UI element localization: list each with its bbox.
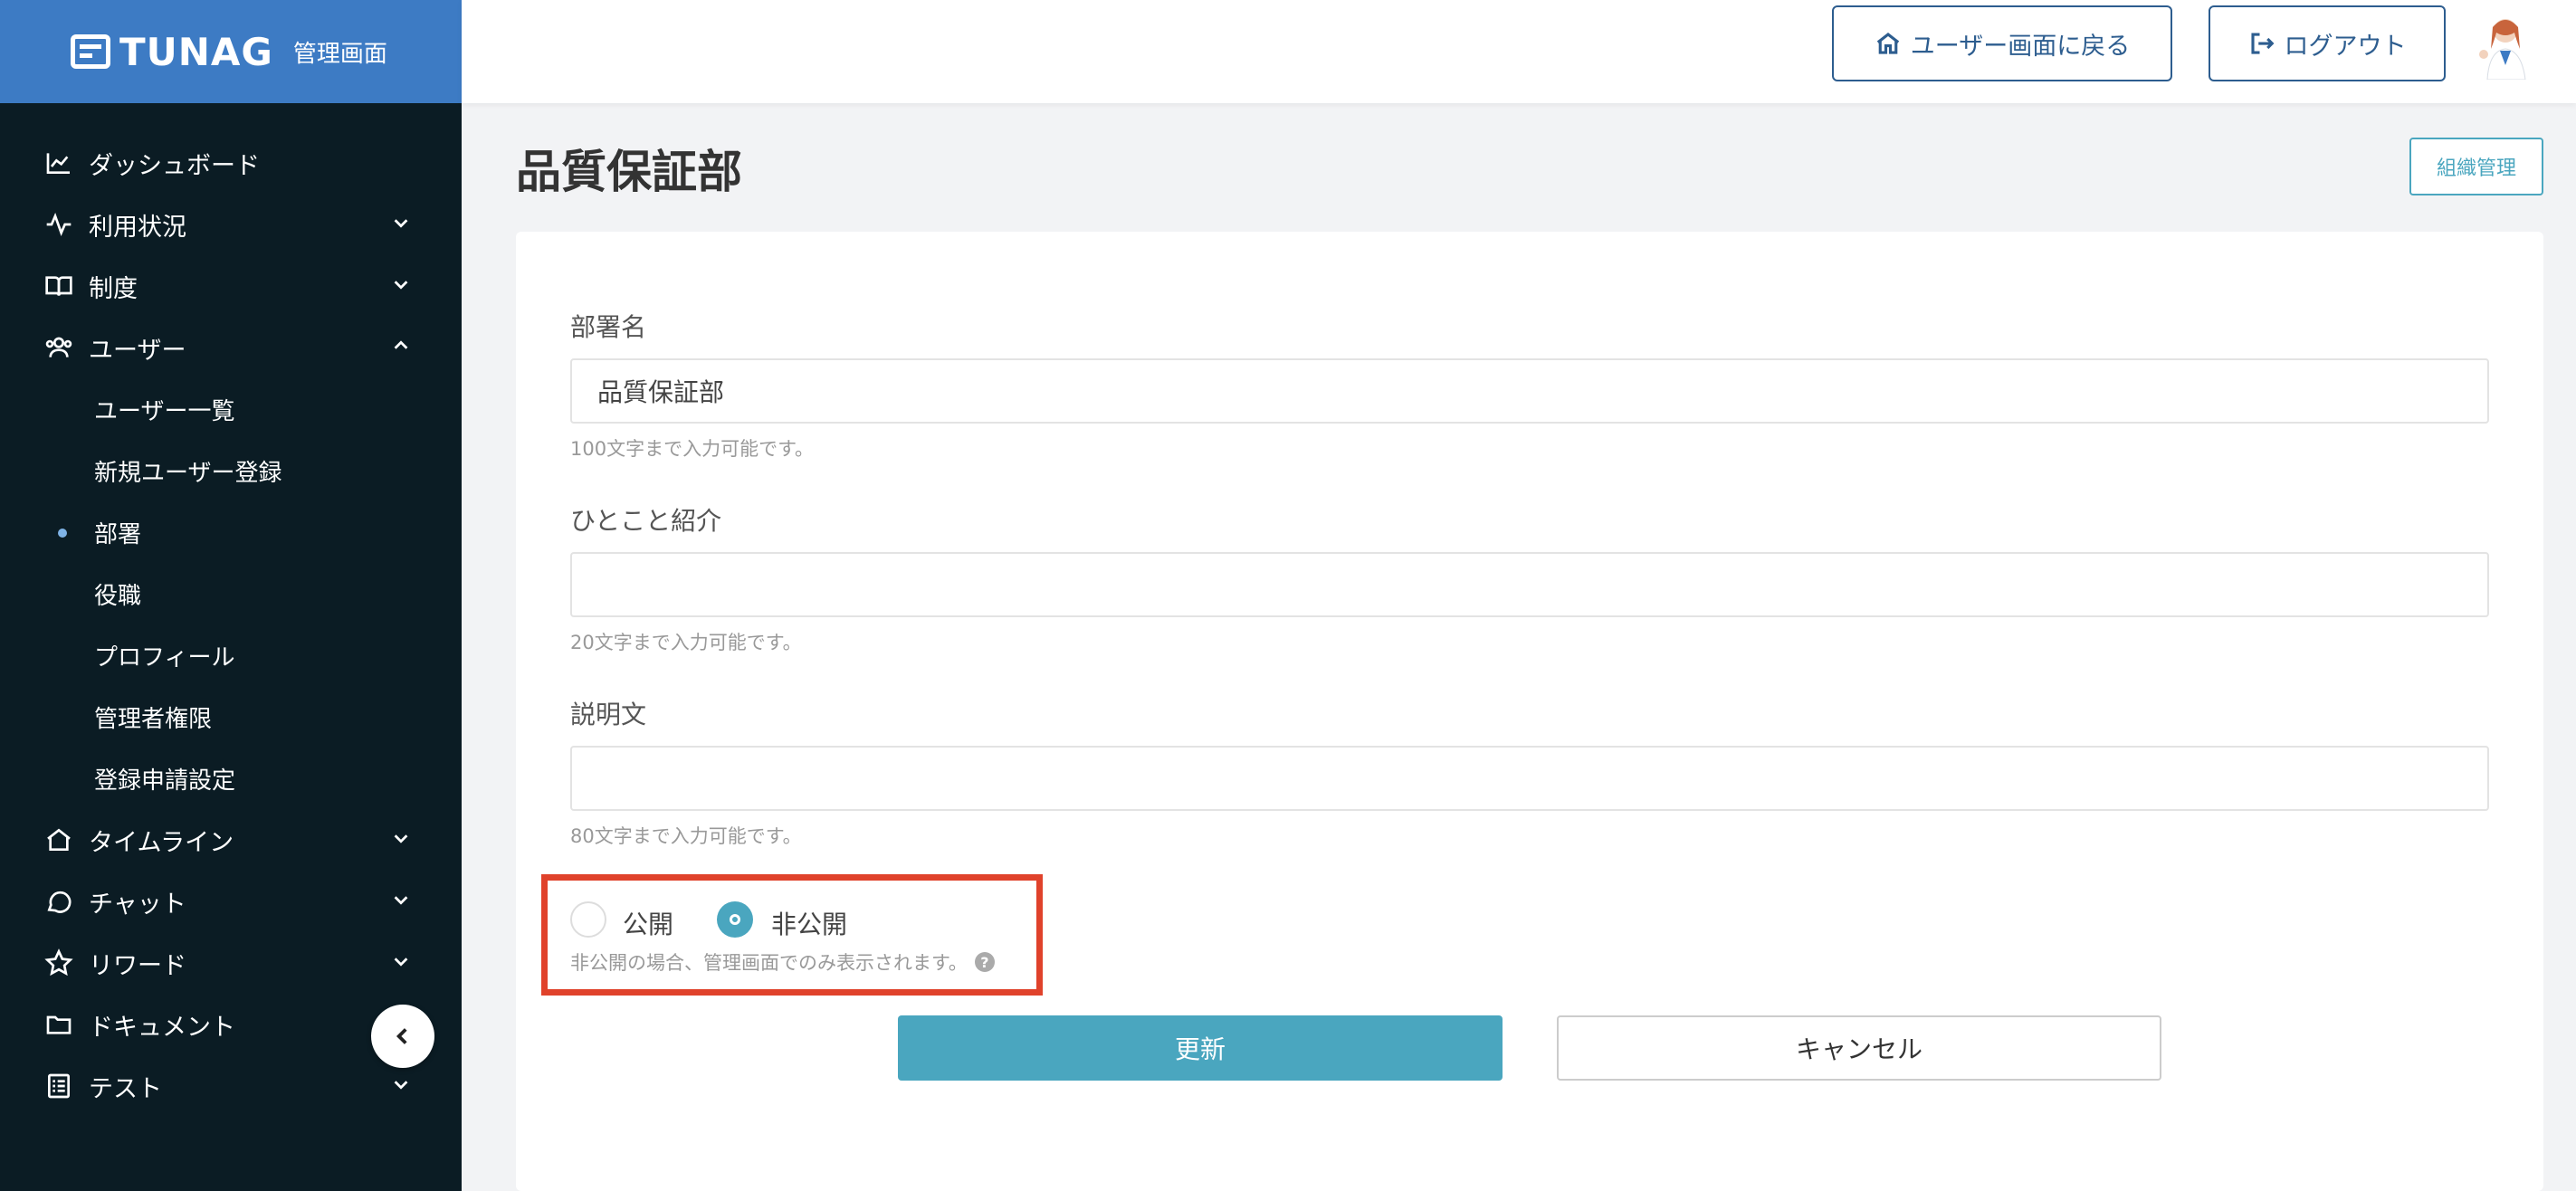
sidebar-item-label: リワード — [89, 951, 186, 980]
chevron-up-icon — [391, 334, 411, 362]
logout-button[interactable]: ログアウト — [2209, 5, 2446, 81]
star-icon — [43, 948, 74, 978]
sidebar-item-usage[interactable]: 利用状況 — [0, 194, 462, 255]
brand-subtitle: 管理画面 — [292, 40, 387, 68]
public-radio-label[interactable]: 公開 — [623, 905, 673, 941]
chevron-down-icon — [391, 826, 411, 854]
update-button[interactable]: 更新 — [898, 1015, 1503, 1081]
description-input[interactable] — [570, 746, 2489, 811]
intro-input[interactable] — [570, 552, 2489, 617]
back-to-user-screen-button[interactable]: ユーザー画面に戻る — [1832, 5, 2172, 81]
sidebar-item-timeline[interactable]: タイムライン — [0, 809, 462, 871]
avatar[interactable] — [2471, 13, 2534, 80]
sidebar-subitem-registration-settings[interactable]: 登録申請設定 — [0, 748, 462, 809]
department-name-label: 部署名 — [570, 312, 647, 342]
top-bar: ユーザー画面に戻る ログアウト — [462, 0, 2576, 103]
sidebar-subitem-new-user[interactable]: 新規ユーザー登録 — [0, 440, 462, 501]
visibility-help-text: 非公開の場合、管理画面でのみ表示されます。 — [570, 952, 968, 974]
sidebar-item-users[interactable]: ユーザー — [0, 317, 462, 378]
logout-label: ログアウト — [2284, 32, 2407, 60]
sidebar-item-label: テスト — [89, 1074, 162, 1103]
visibility-help: 非公開の場合、管理画面でのみ表示されます。 ? — [570, 948, 995, 976]
chevron-down-icon — [391, 949, 411, 977]
department-name-input[interactable] — [570, 358, 2489, 424]
question-icon[interactable]: ? — [974, 952, 995, 972]
brand-header[interactable]: TUNAG 管理画面 — [0, 0, 462, 103]
folder-icon — [43, 1009, 74, 1040]
private-radio-label[interactable]: 非公開 — [771, 905, 847, 941]
sidebar-item-label: 利用状況 — [89, 213, 186, 242]
sidebar-subitem-position[interactable]: 役職 — [0, 563, 462, 624]
intro-help: 20文字まで入力可能です。 — [570, 632, 802, 653]
sidebar-item-label: チャット — [89, 890, 186, 919]
sidebar-subitem-profile[interactable]: プロフィール — [0, 624, 462, 686]
sidebar-subitem-admin-permission[interactable]: 管理者権限 — [0, 686, 462, 748]
chevron-down-icon — [391, 888, 411, 916]
book-icon — [43, 271, 74, 301]
chat-icon — [43, 886, 74, 917]
sidebar-item-label: ダッシュボード — [89, 151, 260, 180]
activity-icon — [43, 209, 74, 240]
sidebar-item-label: ドキュメント — [89, 1013, 235, 1042]
home-icon — [43, 824, 74, 855]
sidebar-item-label: 制度 — [89, 274, 138, 303]
checklist-icon — [43, 1071, 74, 1101]
back-to-user-screen-label: ユーザー画面に戻る — [1910, 32, 2131, 60]
tunag-logo-icon — [71, 34, 110, 69]
chevron-down-icon — [391, 272, 411, 300]
department-edit-form: 部署名 100文字まで入力可能です。 ひとこと紹介 20文字まで入力可能です。 … — [516, 232, 2543, 1191]
sidebar-nav: ダッシュボード 利用状況 制度 ユーザー ユーザー一覧 新規ユーザー登録 部署 … — [0, 103, 462, 1117]
description-help: 80文字まで入力可能です。 — [570, 825, 802, 847]
page-title: 品質保証部 — [516, 146, 742, 198]
home-icon — [1876, 33, 1899, 54]
department-name-help: 100文字まで入力可能です。 — [570, 438, 814, 460]
sidebar-subitem-user-list[interactable]: ユーザー一覧 — [0, 378, 462, 440]
public-radio[interactable] — [570, 901, 606, 938]
chevron-left-icon — [396, 1028, 407, 1044]
sidebar: TUNAG 管理画面 ダッシュボード 利用状況 制度 ユーザー ユーザー一覧 新… — [0, 0, 462, 1191]
sidebar-subitem-department[interactable]: 部署 — [0, 501, 462, 563]
chevron-down-icon — [391, 1072, 411, 1100]
chart-line-icon — [43, 148, 74, 178]
logout-icon — [2250, 33, 2274, 54]
chevron-down-icon — [391, 211, 411, 239]
private-radio[interactable] — [717, 901, 753, 938]
cancel-button[interactable]: キャンセル — [1557, 1015, 2161, 1081]
sidebar-item-dashboard[interactable]: ダッシュボード — [0, 132, 462, 194]
sidebar-collapse-button[interactable] — [371, 1005, 434, 1068]
users-icon — [43, 332, 74, 363]
sidebar-item-label: ユーザー — [89, 336, 186, 365]
sidebar-item-reward[interactable]: リワード — [0, 932, 462, 994]
sidebar-item-chat[interactable]: チャット — [0, 871, 462, 932]
intro-label: ひとこと紹介 — [570, 506, 722, 536]
org-management-button[interactable]: 組織管理 — [2409, 138, 2543, 195]
description-label: 説明文 — [570, 700, 647, 729]
brand-name: TUNAG — [119, 29, 273, 74]
sidebar-item-label: タイムライン — [89, 828, 234, 857]
sidebar-item-system[interactable]: 制度 — [0, 255, 462, 317]
